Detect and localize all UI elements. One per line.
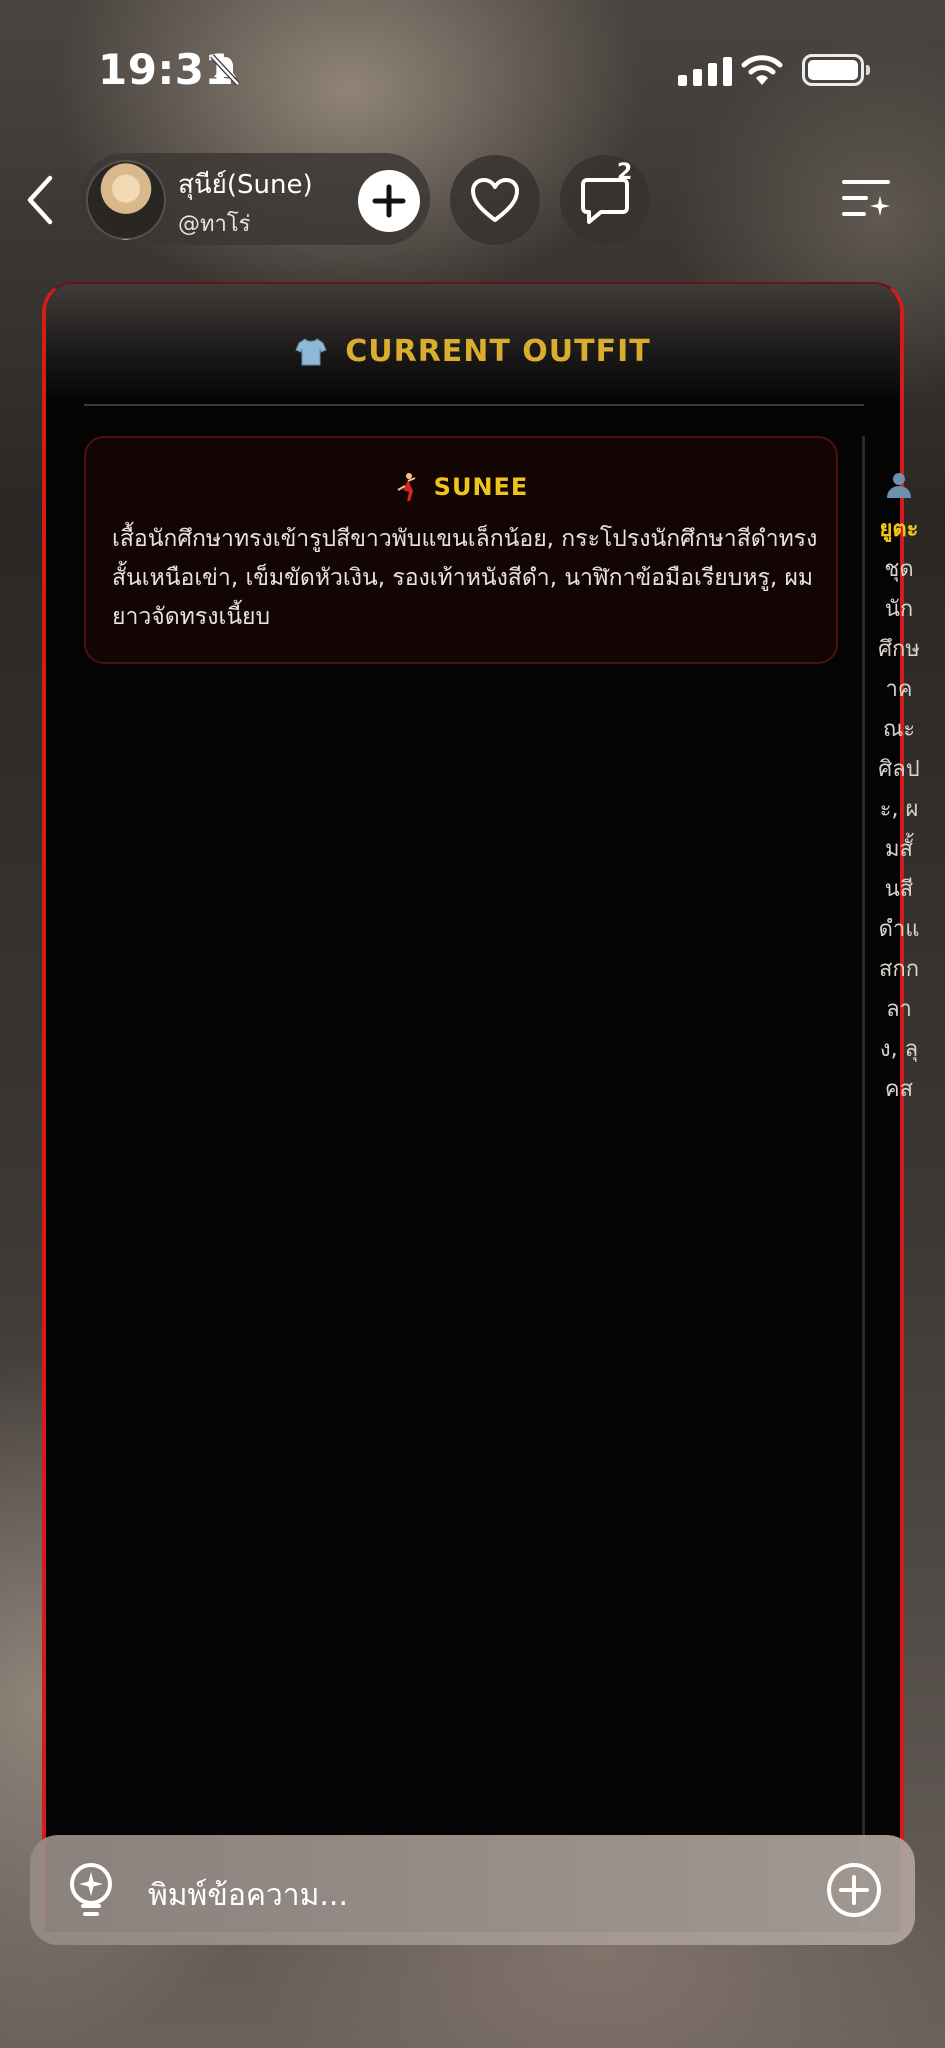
panel-title: CURRENT OUTFIT [345, 334, 651, 369]
divider [84, 404, 864, 406]
plus-icon [372, 184, 406, 218]
comment-count-badge: 2 [617, 160, 633, 185]
message-input[interactable]: พิมพ์ข้อความ... [148, 1872, 348, 1919]
profile-name[interactable]: สุนีย์(Sune) [178, 164, 313, 205]
column-divider [862, 436, 865, 1932]
status-bar: 19:31 [0, 0, 945, 140]
outfit-character-name: SUNEE [433, 473, 529, 501]
panel-header: CURRENT OUTFIT [46, 284, 900, 404]
wifi-icon [741, 55, 783, 85]
outfit-panel: CURRENT OUTFIT SUNEE เสื้อนักศึกษาทรงเข้… [42, 282, 904, 1932]
dancer-icon [397, 473, 416, 501]
side-outfit-name: ยูตะ [879, 517, 919, 542]
shirt-icon [295, 337, 327, 365]
battery-icon [802, 54, 870, 86]
profile-handle[interactable]: @ทาโร่ [178, 206, 251, 241]
follow-button[interactable] [358, 170, 420, 232]
plus-circle-icon[interactable] [826, 1862, 882, 1918]
outfit-description: เสื้อนักศึกษาทรงเข้ารูปสีขาวพับแขนเล็กน้… [112, 526, 818, 630]
back-chevron-icon[interactable] [20, 168, 64, 232]
person-icon [887, 473, 911, 498]
bell-slash-icon [210, 54, 240, 86]
comments-button[interactable] [560, 155, 650, 245]
like-button[interactable] [450, 155, 540, 245]
side-outfit-description: ชุดนักศึกษาคณะศิลปะ, ผมสั้นสีดำแสกกลาง, … [878, 557, 920, 1102]
outfit-card: SUNEE เสื้อนักศึกษาทรงเข้ารูปสีขาวพับแขน… [84, 436, 838, 664]
avatar[interactable] [86, 160, 166, 240]
side-outfit-entry: ยูตะ ชุดนักศึกษาคณะศิลปะ, ผมสั้นสีดำแสกก… [878, 510, 920, 1110]
menu-sparkle-icon[interactable] [838, 172, 894, 224]
heart-icon [471, 178, 519, 222]
lightbulb-icon[interactable] [64, 1860, 118, 1920]
cellular-signal-icon [678, 56, 732, 86]
